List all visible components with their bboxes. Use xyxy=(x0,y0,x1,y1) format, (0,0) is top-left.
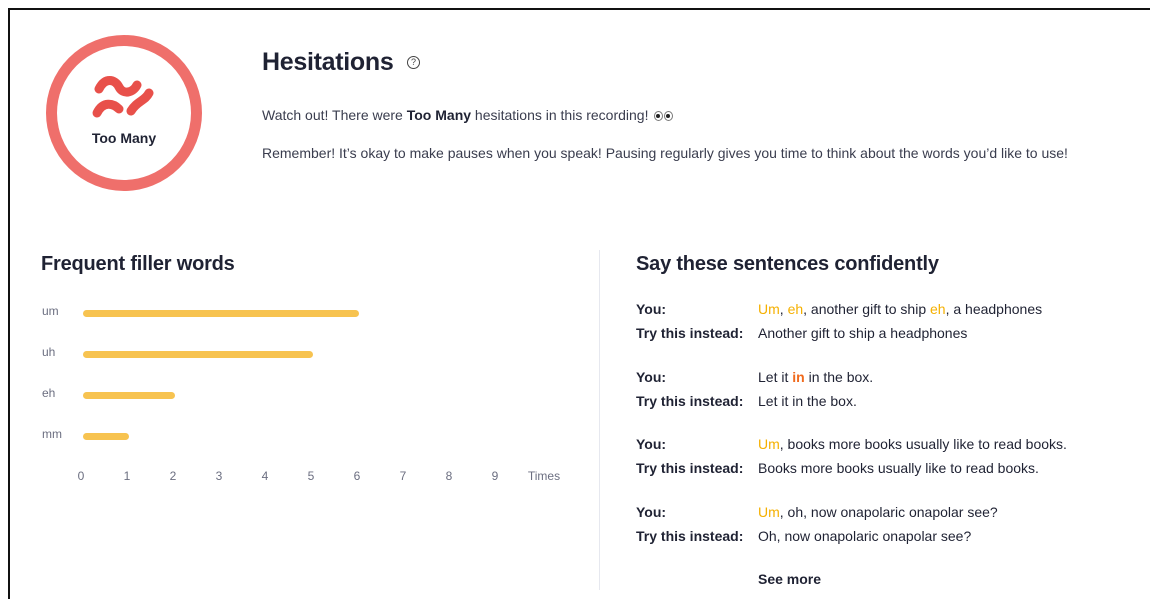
see-more-link[interactable]: See more xyxy=(758,571,821,587)
x-tick-4: 4 xyxy=(261,469,269,483)
sentence-item: You: Um, eh, another gift to ship eh, a h… xyxy=(636,297,1042,345)
x-tick-7: 7 xyxy=(399,469,407,483)
bar-eh xyxy=(83,392,175,399)
bar-label-eh: eh xyxy=(42,386,56,400)
try-sentence: Oh, now onapolaric onapolar see? xyxy=(758,528,972,544)
try-label: Try this instead: xyxy=(636,393,744,409)
tip-text: Remember! It’s okay to make pauses when … xyxy=(262,145,1068,161)
try-sentence: Books more books usually like to read bo… xyxy=(758,460,1039,476)
x-tick-0: 0 xyxy=(77,469,85,483)
x-tick-8: 8 xyxy=(445,469,453,483)
eyes-emoji-icon xyxy=(654,108,674,124)
section-divider xyxy=(599,250,600,590)
try-label: Try this instead: xyxy=(636,460,744,476)
you-label: You: xyxy=(636,504,667,520)
sentence-item: You: Um, books more books usually like to… xyxy=(636,432,1067,480)
you-sentence: Let it in in the box. xyxy=(758,369,874,385)
try-sentence: Let it in the box. xyxy=(758,393,857,409)
bar-label-um: um xyxy=(42,304,59,318)
you-label: You: xyxy=(636,369,667,385)
sentence-item: You: Let it in in the box. Try this instea… xyxy=(636,365,873,413)
bar-um xyxy=(83,310,359,317)
bar-uh xyxy=(83,351,313,358)
try-label: Try this instead: xyxy=(636,528,744,544)
page-title: Hesitations xyxy=(262,48,394,76)
warning-text: Watch out! There were Too Many hesitatio… xyxy=(262,107,674,124)
try-label: Try this instead: xyxy=(636,325,744,341)
bar-label-mm: mm xyxy=(42,427,62,441)
you-sentence: Um, eh, another gift to ship eh, a headp… xyxy=(758,301,1043,317)
x-tick-6: 6 xyxy=(353,469,361,483)
x-tick-3: 3 xyxy=(215,469,223,483)
you-sentence: Um, oh, now onapolaric onapolar see? xyxy=(758,504,998,520)
x-tick-1: 1 xyxy=(123,469,131,483)
badge-label: Too Many xyxy=(91,130,157,146)
try-sentence: Another gift to ship a headphones xyxy=(758,325,968,341)
sentences-heading: Say these sentences confidently xyxy=(636,253,939,275)
sentence-item: You: Um, oh, now onapolaric onapolar see?… xyxy=(636,500,998,548)
filler-words-heading: Frequent filler words xyxy=(41,253,235,275)
you-sentence: Um, books more books usually like to rea… xyxy=(758,436,1067,452)
x-axis-unit: Times xyxy=(527,469,561,483)
you-label: You: xyxy=(636,301,667,317)
question-circle-icon[interactable]: ? xyxy=(407,56,420,69)
wave-icon xyxy=(92,76,154,118)
x-tick-5: 5 xyxy=(307,469,315,483)
x-tick-9: 9 xyxy=(491,469,499,483)
x-tick-2: 2 xyxy=(169,469,177,483)
you-label: You: xyxy=(636,436,667,452)
bar-mm xyxy=(83,433,129,440)
bar-label-uh: uh xyxy=(42,345,56,359)
hesitation-level-badge: Too Many xyxy=(46,35,202,191)
